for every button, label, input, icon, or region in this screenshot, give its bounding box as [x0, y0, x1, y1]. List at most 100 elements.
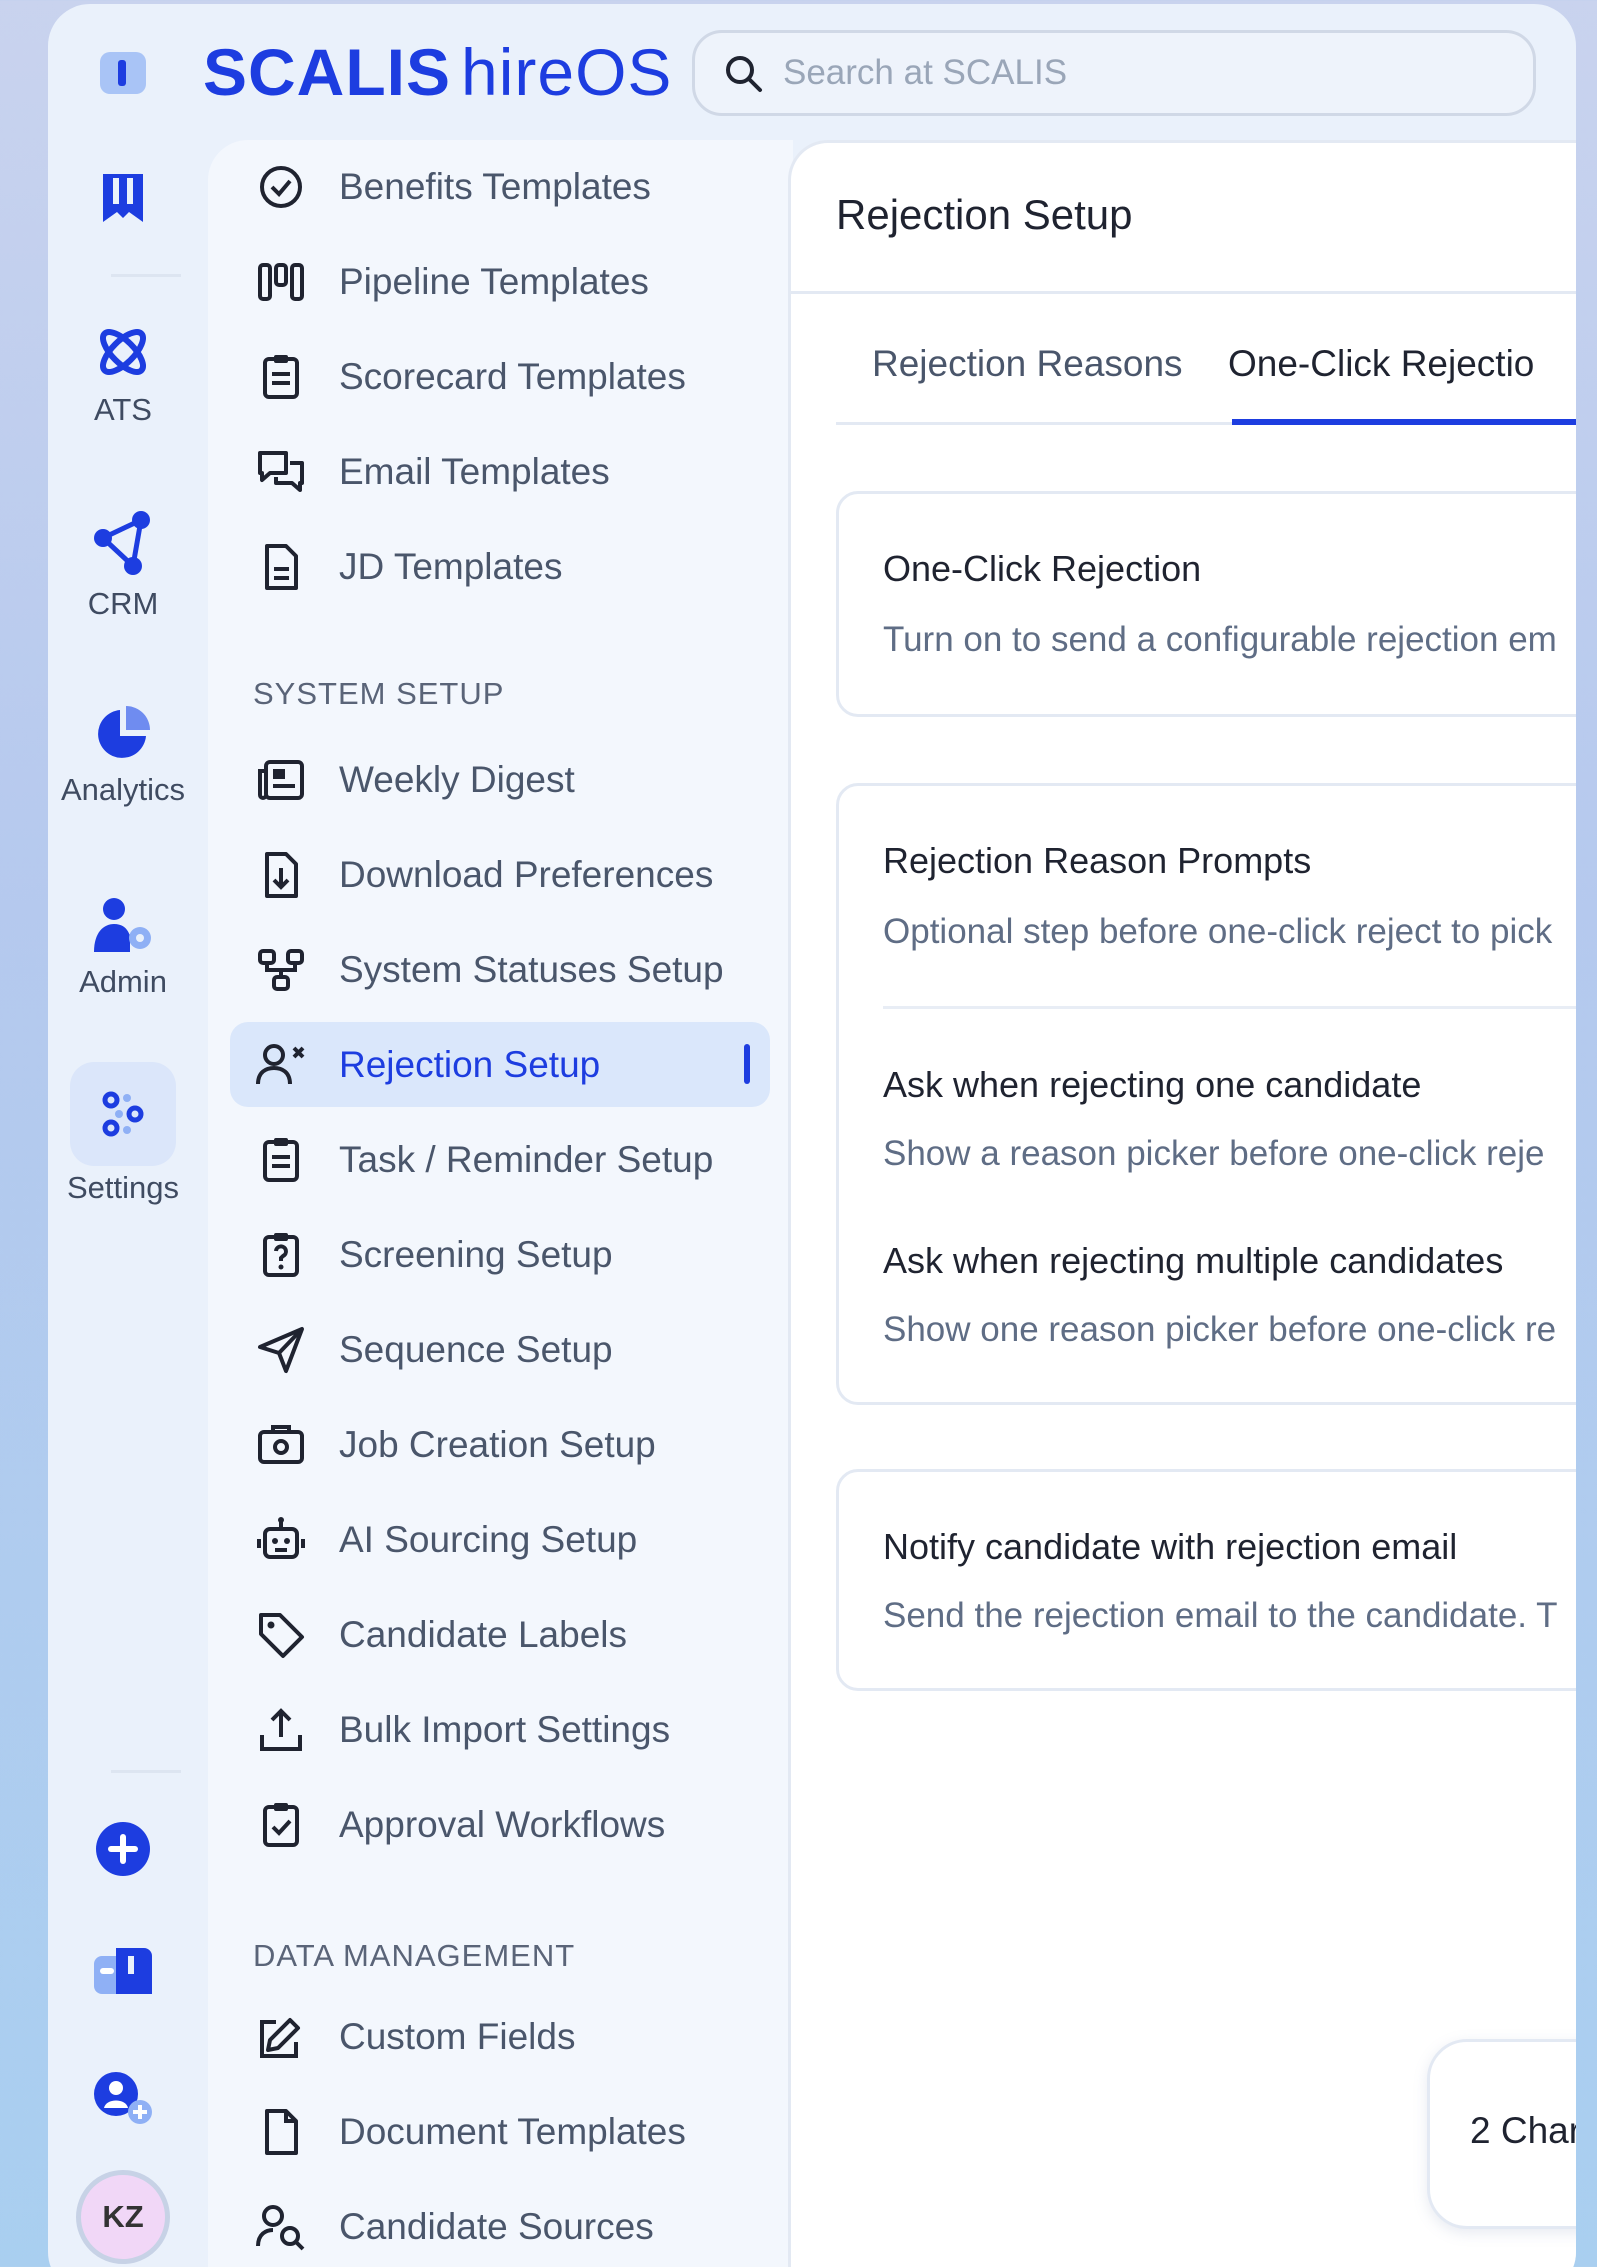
brand-logo[interactable]: SCALIS hireOS [203, 34, 672, 110]
kanban-icon [258, 262, 304, 301]
rail-label-settings: Settings [66, 1170, 179, 1205]
tab-one-click-rejection[interactable]: One-Click Rejectio [1228, 343, 1534, 425]
upload-icon [260, 1707, 302, 1751]
rail-label-ats: ATS [94, 392, 152, 427]
avatar[interactable]: KZ [76, 2170, 170, 2264]
menu-item-bulk-import-settings[interactable]: Bulk Import Settings [230, 1687, 770, 1772]
rail-divider [111, 1770, 181, 1773]
document-icon [265, 543, 298, 590]
card-description: Optional step before one-click reject to… [883, 912, 1553, 951]
network-icon [94, 511, 150, 575]
menu-label: Rejection Setup [339, 1043, 601, 1085]
menu-label: AI Sourcing Setup [339, 1518, 638, 1560]
bookmark-icon [103, 174, 143, 222]
menu-item-weekly-digest[interactable]: Weekly Digest [230, 737, 770, 822]
rail-item-settings[interactable]: Settings [48, 1088, 198, 1206]
option-title-multiple: Ask when rejecting multiple candidates [883, 1240, 1504, 1281]
menu-item-system-statuses-setup[interactable]: System Statuses Setup [230, 927, 770, 1012]
menu-item-screening-setup[interactable]: Screening Setup [230, 1212, 770, 1297]
search-bar[interactable] [692, 30, 1536, 116]
tab-rejection-reasons[interactable]: Rejection Reasons [872, 343, 1183, 425]
menu-item-custom-fields[interactable]: Custom Fields [230, 1994, 770, 2079]
chat-widget-button[interactable]: 2 Char [1427, 2039, 1576, 2229]
rail-item-ats[interactable]: ATS [48, 322, 198, 428]
menu-label: Benefits Templates [339, 165, 651, 207]
section-header-data-management: DATA MANAGEMENT [253, 1938, 576, 1973]
menu-item-pipeline-templates[interactable]: Pipeline Templates [230, 239, 770, 324]
menu-label: Pipeline Templates [339, 260, 649, 302]
menu-item-approval-workflows[interactable]: Approval Workflows [230, 1782, 770, 1867]
option-title-single: Ask when rejecting one candidate [883, 1064, 1422, 1105]
menu-label: Bulk Import Settings [339, 1708, 671, 1750]
menu-label: Approval Workflows [339, 1803, 666, 1845]
menu-label: Scorecard Templates [339, 355, 686, 397]
settings-dots-icon [102, 1091, 144, 1137]
clipboard-list-icon [263, 1137, 299, 1182]
tab-bar: Rejection Reasons One-Click Rejectio [836, 343, 1576, 425]
search-icon [726, 56, 762, 92]
menu-label: Screening Setup [339, 1233, 613, 1275]
tag-icon [259, 1612, 304, 1658]
menu-item-ai-sourcing-setup[interactable]: AI Sourcing Setup [230, 1497, 770, 1582]
add-user-button[interactable] [48, 2068, 198, 2126]
card-title: Notify candidate with rejection email [883, 1526, 1458, 1567]
rail-item-admin[interactable]: Admin [48, 896, 198, 1000]
menu-label: Sequence Setup [339, 1328, 613, 1370]
user-remove-icon [256, 1043, 305, 1084]
collapse-sidebar-button[interactable] [48, 48, 198, 98]
hierarchy-icon [258, 948, 304, 991]
menu-label: Task / Reminder Setup [339, 1138, 714, 1180]
menu-item-scorecard-templates[interactable]: Scorecard Templates [230, 334, 770, 419]
clipboard-question-icon [263, 1232, 299, 1277]
chat-bubbles-icon [258, 450, 304, 492]
file-icon [265, 2108, 298, 2155]
bookmark-nav-button[interactable] [48, 170, 198, 226]
rail-item-crm[interactable]: CRM [48, 510, 198, 622]
menu-label: JD Templates [339, 545, 563, 587]
clipboard-list-icon [263, 354, 299, 399]
active-indicator [744, 1044, 750, 1084]
menu-label: Candidate Sources [339, 2205, 654, 2247]
menu-item-document-templates[interactable]: Document Templates [230, 2089, 770, 2174]
nav-rail: ATS CRM Analytics Admin Settings KZ [48, 4, 198, 2267]
pie-chart-icon [98, 706, 150, 758]
mailbox-icon [94, 1948, 152, 1994]
menu-item-candidate-labels[interactable]: Candidate Labels [230, 1592, 770, 1677]
menu-label: Job Creation Setup [339, 1423, 656, 1465]
atom-icon [100, 329, 146, 375]
file-download-icon [265, 851, 298, 898]
menu-label: Candidate Labels [339, 1613, 627, 1655]
rail-label-crm: CRM [87, 586, 159, 621]
menu-item-jd-templates[interactable]: JD Templates [230, 524, 770, 609]
menu-label: Weekly Digest [339, 758, 575, 800]
card-title: One-Click Rejection [883, 548, 1202, 589]
menu-item-candidate-sources[interactable]: Candidate Sources [230, 2184, 770, 2267]
menu-item-job-creation-setup[interactable]: Job Creation Setup [230, 1402, 770, 1487]
card-title: Rejection Reason Prompts [883, 840, 1312, 881]
edit-icon [260, 2017, 300, 2058]
menu-item-sequence-setup[interactable]: Sequence Setup [230, 1307, 770, 1392]
section-header-system-setup: SYSTEM SETUP [253, 676, 505, 711]
menu-item-task-reminder-setup[interactable]: Task / Reminder Setup [230, 1117, 770, 1202]
menu-item-email-templates[interactable]: Email Templates [230, 429, 770, 514]
robot-icon [257, 1516, 305, 1559]
card-divider [883, 1006, 1576, 1009]
rail-label-admin: Admin [79, 964, 167, 999]
search-input[interactable] [783, 53, 1483, 93]
menu-item-rejection-setup[interactable]: Rejection Setup [230, 1022, 770, 1107]
card-notify-candidate: Notify candidate with rejection email Se… [836, 1469, 1576, 1691]
menu-label: Document Templates [339, 2110, 686, 2152]
card-rejection-reason-prompts: Rejection Reason Prompts Optional step b… [836, 783, 1576, 1405]
settings-menu: Benefits Templates Pipeline Templates Sc… [208, 140, 793, 2267]
inbox-button[interactable] [48, 1946, 198, 1996]
header-divider [791, 291, 1576, 294]
chat-widget-label: 2 Char [1470, 2110, 1576, 2151]
menu-label: Email Templates [339, 450, 610, 492]
menu-item-download-preferences[interactable]: Download Preferences [230, 832, 770, 917]
add-button[interactable] [48, 1820, 198, 1878]
menu-item-benefits-templates[interactable]: Benefits Templates [230, 144, 770, 229]
rail-item-analytics[interactable]: Analytics [48, 704, 198, 808]
brand-product: hireOS [461, 35, 673, 109]
plus-circle-icon [96, 1822, 150, 1876]
menu-label: System Statuses Setup [339, 948, 724, 990]
